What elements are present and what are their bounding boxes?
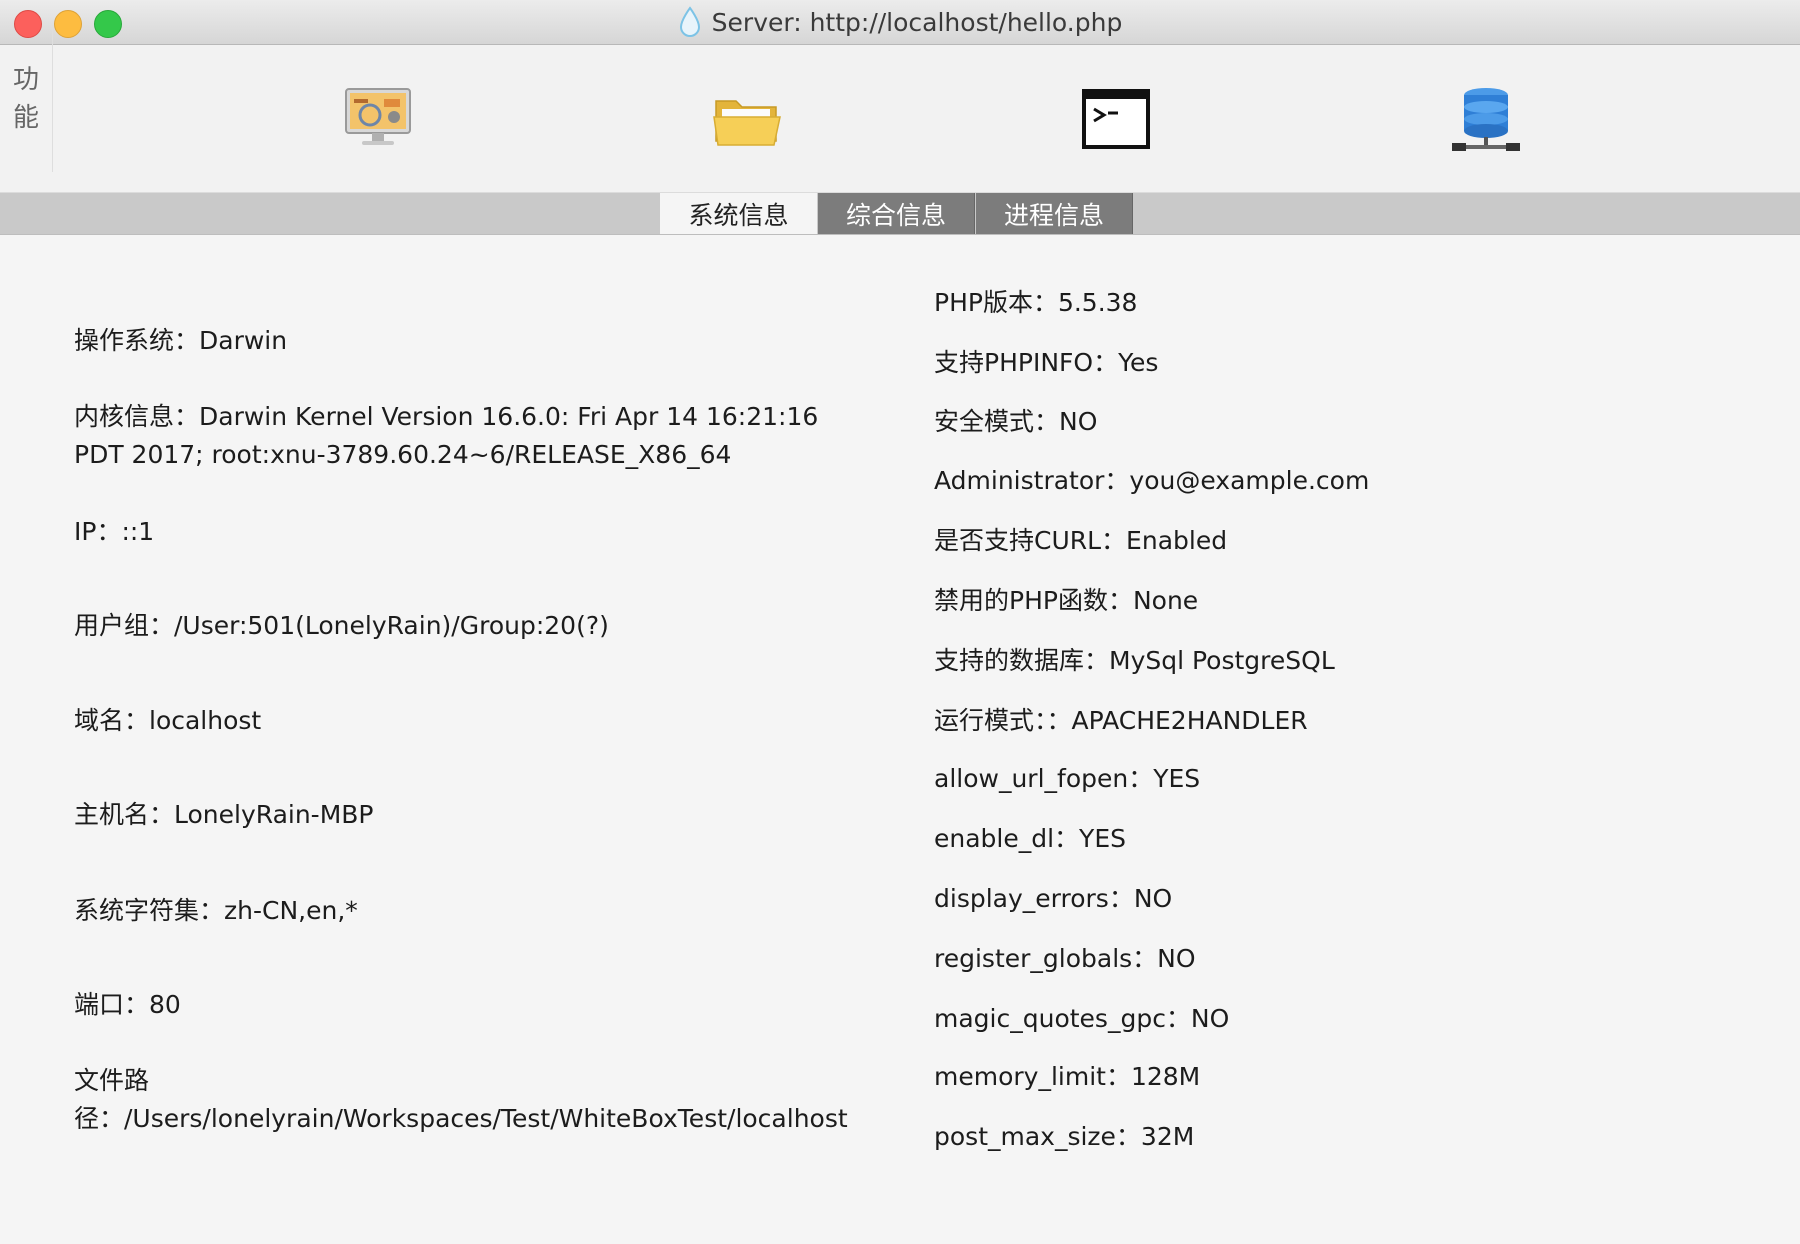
field-ip: IP：::1 (74, 517, 155, 546)
field-register-globals: register_globals：NO (934, 944, 1196, 973)
tab-general-info[interactable]: 综合信息 (818, 193, 975, 234)
terminal-tool-button[interactable] (1078, 83, 1154, 159)
terminal-icon (1082, 89, 1150, 149)
title-bar: Server: http://localhost/hello.php (0, 0, 1800, 45)
side-label-char-2: 能 (12, 102, 39, 133)
monitor-dashboard-icon (345, 88, 411, 145)
system-info-tool-button[interactable] (340, 83, 416, 159)
tab-system-info[interactable]: 系统信息 (660, 193, 817, 234)
file-manager-tool-button[interactable] (710, 83, 786, 159)
field-magic-quotes-gpc: magic_quotes_gpc：NO (934, 1004, 1230, 1033)
database-tool-button[interactable] (1448, 83, 1524, 159)
field-charset: 系统字符集：zh-CN,en,* (74, 896, 358, 925)
field-allow-url-fopen: allow_url_fopen：YES (934, 764, 1201, 793)
field-php-version: PHP版本：5.5.38 (934, 288, 1138, 317)
field-hostname: 主机名：LonelyRain-MBP (74, 800, 374, 829)
side-label-char-1: 功 (12, 64, 39, 95)
field-memory-limit: memory_limit：128M (934, 1062, 1201, 1091)
droplet-icon (679, 6, 700, 37)
field-disabled-functions: 禁用的PHP函数：None (934, 586, 1199, 615)
function-side-label: 功 能 (0, 25, 53, 172)
field-run-mode: 运行模式：：APACHE2HANDLER (934, 706, 1308, 735)
field-path: 文件路径：/Users/lonelyrain/Workspaces/Test/W… (74, 1066, 848, 1133)
field-port: 端口：80 (74, 990, 181, 1019)
field-enable-dl: enable_dl：YES (934, 824, 1126, 853)
field-post-max-size: post_max_size：32M (934, 1122, 1195, 1151)
field-kernel: 内核信息：Darwin Kernel Version 16.6.0: Fri A… (74, 402, 819, 469)
field-curl: 是否支持CURL：Enabled (934, 526, 1228, 555)
tab-strip: 系统信息 综合信息 进程信息 (0, 193, 1800, 235)
field-usergroup: 用户组：/User:501(LonelyRain)/Group:20(?) (74, 611, 609, 640)
window-title-wrap: Server: http://localhost/hello.php (0, 0, 1800, 44)
field-display-errors: display_errors：NO (934, 884, 1173, 913)
field-os: 操作系统：Darwin (74, 326, 288, 355)
window-title: Server: http://localhost/hello.php (711, 7, 1123, 37)
field-domain: 域名：localhost (74, 706, 262, 735)
field-databases: 支持的数据库：MySql PostgreSQL (934, 646, 1335, 675)
tab-process-info[interactable]: 进程信息 (976, 193, 1133, 234)
field-phpinfo: 支持PHPINFO：Yes (934, 348, 1159, 377)
database-icon (1452, 88, 1520, 151)
toolbar: 功 能 (0, 25, 1800, 193)
field-administrator: Administrator：you@example.com (934, 466, 1370, 495)
field-safe-mode: 安全模式：NO (934, 407, 1098, 436)
folder-icon (713, 100, 781, 146)
